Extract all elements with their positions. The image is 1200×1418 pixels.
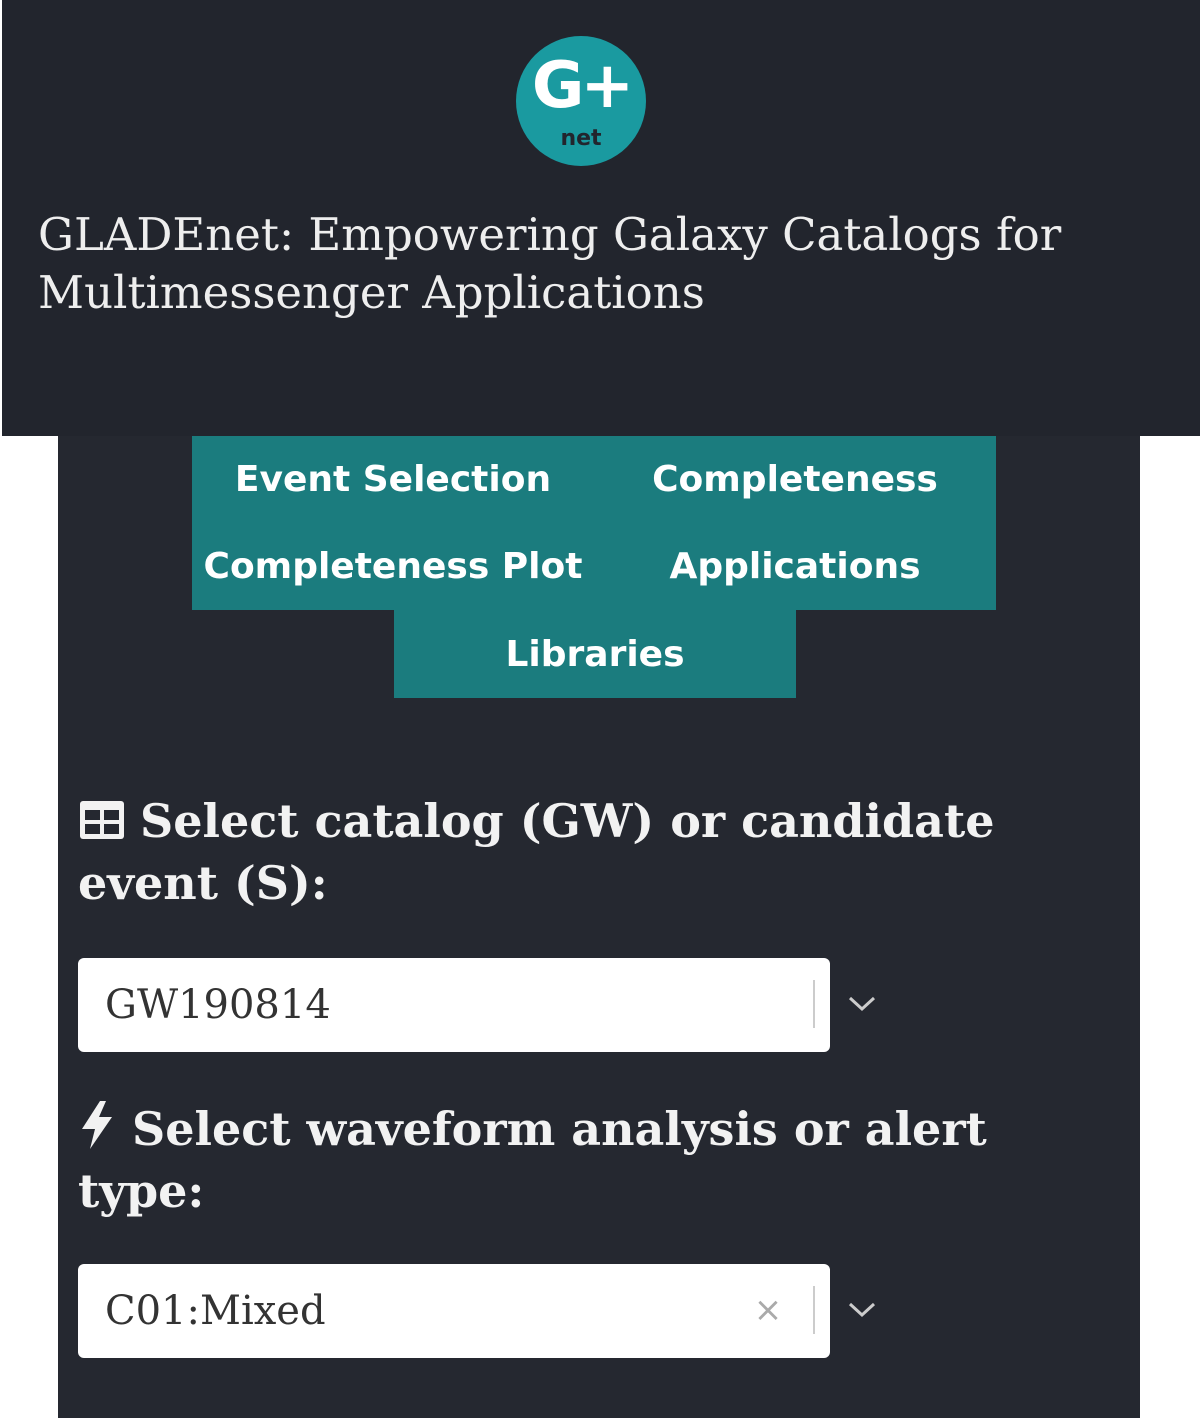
chevron-down-icon[interactable] <box>840 982 884 1026</box>
catalog-dropdown[interactable]: GW190814 <box>78 958 876 1052</box>
table-icon <box>78 796 126 854</box>
page-title: GLADEnet: Empowering Galaxy Catalogs for… <box>38 208 1062 319</box>
waveform-dropdown[interactable]: C01:Mixed × <box>78 1264 876 1358</box>
waveform-select-label-text: Select waveform analysis or alert type: <box>78 1102 987 1218</box>
waveform-select-label: Select waveform analysis or alert type: <box>78 1100 1068 1220</box>
catalog-select-label-text: Select catalog (GW) or candidate event (… <box>78 794 995 910</box>
catalog-select-label: Select catalog (GW) or candidate event (… <box>78 792 1068 912</box>
lightning-bolt-icon <box>78 1101 118 1162</box>
tab-event-selection[interactable]: Event Selection <box>192 436 594 522</box>
chevron-down-icon[interactable] <box>840 1288 884 1332</box>
dropdown-separator <box>813 980 815 1028</box>
tab-completeness-plot[interactable]: Completeness Plot <box>192 522 594 610</box>
tab-applications[interactable]: Applications <box>594 522 996 610</box>
tab-completeness[interactable]: Completeness <box>594 436 996 522</box>
gladenet-logo: G+ net <box>516 36 646 166</box>
waveform-selected-value: C01:Mixed <box>105 1288 326 1334</box>
logo-mark: G+ <box>531 49 634 123</box>
catalog-selected-value: GW190814 <box>105 982 331 1028</box>
dropdown-separator <box>813 1286 815 1334</box>
logo-subtext: net <box>560 126 602 151</box>
tab-libraries[interactable]: Libraries <box>394 610 796 698</box>
clear-icon[interactable]: × <box>750 1288 786 1332</box>
app-header: G+ net GLADEnet: Empowering Galaxy Catal… <box>2 0 1200 436</box>
